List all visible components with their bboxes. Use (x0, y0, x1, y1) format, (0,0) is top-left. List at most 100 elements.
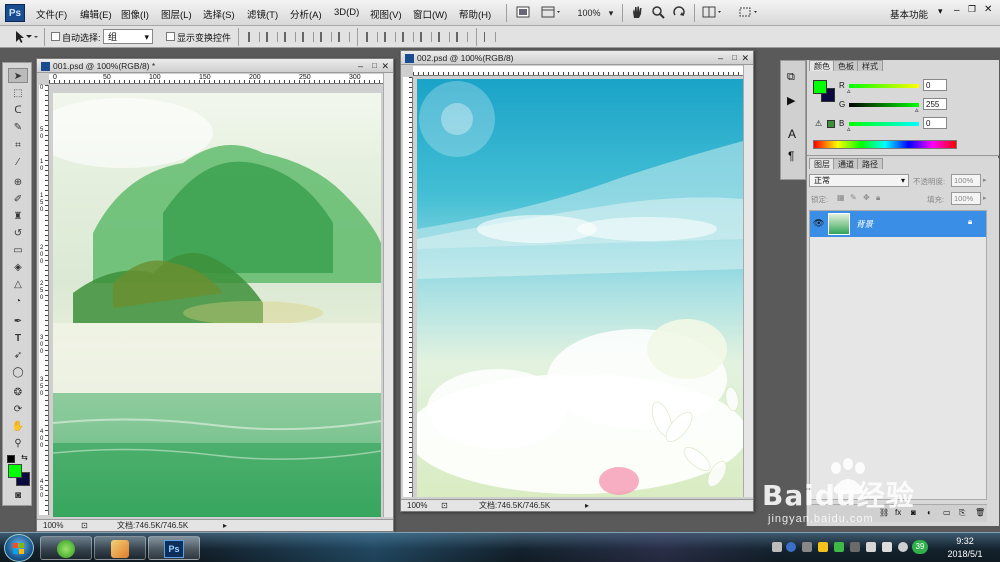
chevron-right-icon[interactable]: ▸ (983, 194, 987, 202)
eraser-tool-icon[interactable]: ▭ (8, 243, 28, 258)
menu-window[interactable]: 窗口(W) (413, 7, 447, 21)
menu-view[interactable]: 视图(V) (370, 7, 402, 21)
tray-volume-icon[interactable] (882, 542, 892, 552)
align-right-icon[interactable] (338, 32, 350, 42)
layer-row-background[interactable]: 👁︎ 背景 🔒︎ (810, 211, 986, 237)
opacity-input[interactable]: 100% (951, 174, 981, 187)
tab-layers[interactable]: 图层 (809, 158, 835, 169)
tab-color[interactable]: 颜色 (809, 60, 835, 71)
minimize-icon[interactable]: – (718, 51, 723, 65)
color-spectrum-bar[interactable] (813, 140, 957, 149)
tray-security-icon[interactable] (834, 542, 844, 552)
red-slider[interactable] (849, 84, 919, 88)
menu-file[interactable]: 文件(F) (36, 7, 67, 21)
crop-tool-icon[interactable]: ⌗ (8, 138, 28, 153)
document-title-bar[interactable]: 002.psd @ 100%(RGB/8) – □ ✕ (401, 51, 753, 65)
close-icon[interactable]: ✕ (984, 4, 992, 15)
path-select-tool-icon[interactable]: ➶ (8, 348, 28, 363)
align-hcenter-icon[interactable] (320, 32, 332, 42)
lock-transparent-icon[interactable]: ▦ (837, 193, 845, 202)
status-arrow-icon[interactable]: ▸ (223, 520, 227, 531)
close-icon[interactable]: ✕ (381, 59, 389, 73)
paragraph-panel-icon[interactable]: ¶ (788, 149, 794, 163)
blue-slider-thumb[interactable]: ▵ (847, 125, 851, 133)
tray-network-icon[interactable] (866, 542, 876, 552)
foreground-color-swatch[interactable] (813, 80, 827, 94)
horizontal-ruler[interactable] (413, 66, 743, 76)
document-title-bar[interactable]: 001.psd @ 100%(RGB/8) * – □ ✕ (37, 59, 393, 73)
screen-mode-icon[interactable] (736, 4, 762, 22)
tray-app-icon[interactable] (818, 542, 828, 552)
distribute-left-icon[interactable] (420, 32, 432, 42)
lock-pixels-icon[interactable]: ✎ (850, 193, 857, 202)
zoom-tool-icon[interactable] (649, 4, 667, 22)
spot-healing-tool-icon[interactable]: ⊕ (8, 175, 28, 190)
canvas-image-misty-mountains[interactable] (53, 93, 381, 517)
menu-filter[interactable]: 滤镜(T) (247, 7, 278, 21)
gamut-swatch[interactable] (827, 120, 835, 128)
menu-help[interactable]: 帮助(H) (459, 7, 491, 21)
history-brush-tool-icon[interactable]: ↺ (8, 226, 28, 241)
align-vcenter-icon[interactable] (266, 32, 278, 42)
align-left-icon[interactable] (302, 32, 314, 42)
paint-bucket-tool-icon[interactable]: ◈ (8, 260, 28, 275)
menu-layer[interactable]: 图层(L) (161, 7, 192, 21)
hand-tool-icon[interactable]: ✋ (8, 419, 28, 434)
vertical-ruler[interactable]: 0 5 0 1 0 1 5 0 2 0 0 2 5 0 3 0 0 3 5 0 … (39, 85, 49, 515)
taskbar-photoshop[interactable]: Ps (148, 536, 200, 560)
lock-position-icon[interactable]: ✥ (863, 193, 870, 202)
maximize-icon[interactable]: □ (372, 59, 377, 73)
chevron-down-icon[interactable]: ▾ (938, 6, 943, 17)
minimize-icon[interactable]: – (358, 59, 363, 73)
green-value-input[interactable]: 255 (923, 98, 947, 110)
distribute-bottom-icon[interactable] (402, 32, 414, 42)
tray-notification-badge[interactable]: 39 (912, 540, 928, 554)
auto-select-dropdown[interactable]: 组 ▾ (103, 29, 153, 44)
workspace-switcher[interactable]: 基本功能 (890, 7, 928, 21)
fill-input[interactable]: 100% (951, 192, 981, 205)
taskbar-paint[interactable] (94, 536, 146, 560)
red-slider-thumb[interactable]: ▵ (847, 87, 851, 95)
menu-select[interactable]: 选择(S) (203, 7, 235, 21)
taskbar-clock[interactable]: 9:32 2018/5/1 (934, 535, 996, 561)
zoom-field[interactable]: 100% (407, 500, 427, 511)
photoshop-logo[interactable]: Ps (5, 4, 25, 22)
align-top-icon[interactable] (248, 32, 260, 42)
menu-3d[interactable]: 3D(D) (334, 7, 359, 18)
gamut-warning-icon[interactable]: ⚠ (815, 119, 822, 128)
tray-ime-icon[interactable] (898, 542, 908, 552)
tray-keyboard-icon[interactable] (772, 542, 782, 552)
distribute-vcenter-icon[interactable] (384, 32, 396, 42)
vertical-scrollbar[interactable] (383, 73, 393, 517)
tab-swatches[interactable]: 色板 (833, 60, 859, 71)
align-bottom-icon[interactable] (284, 32, 296, 42)
chevron-down-icon[interactable]: ▾ (606, 4, 616, 22)
blue-slider[interactable] (849, 122, 919, 126)
brush-tool-icon[interactable]: ✐ (8, 192, 28, 207)
blue-value-input[interactable]: 0 (923, 117, 947, 129)
vertical-scrollbar[interactable] (743, 65, 753, 497)
lasso-tool-icon[interactable]: ᑕ (8, 103, 28, 118)
layer-name[interactable]: 背景 (856, 218, 873, 230)
zoom-tool-icon[interactable]: ⚲ (8, 436, 28, 451)
taskbar-360-browser[interactable] (40, 536, 92, 560)
tray-flag-icon[interactable] (850, 542, 860, 552)
start-button[interactable] (4, 534, 34, 562)
shape-tool-icon[interactable]: ◯ (8, 365, 28, 380)
blur-tool-icon[interactable]: △ (8, 277, 28, 292)
dodge-tool-icon[interactable]: ◔ (8, 294, 28, 309)
auto-select-checkbox[interactable] (51, 32, 60, 41)
rotate-view-icon[interactable] (670, 4, 688, 22)
red-value-input[interactable]: 0 (923, 79, 947, 91)
distribute-hcenter-icon[interactable] (438, 32, 450, 42)
foreground-color-swatch[interactable] (8, 464, 22, 478)
green-slider-thumb[interactable]: ▵ (915, 106, 919, 114)
tab-paths[interactable]: 路径 (857, 158, 883, 169)
minimize-icon[interactable]: – (954, 5, 960, 16)
move-tool-icon[interactable]: ➤ (8, 68, 28, 83)
quick-mask-icon[interactable]: ◙ (8, 488, 28, 503)
tab-channels[interactable]: 通道 (833, 158, 859, 169)
lock-all-icon[interactable]: 🔒︎ (876, 193, 880, 203)
chevron-right-icon[interactable]: ▸ (983, 176, 987, 184)
show-transform-checkbox[interactable] (166, 32, 175, 41)
